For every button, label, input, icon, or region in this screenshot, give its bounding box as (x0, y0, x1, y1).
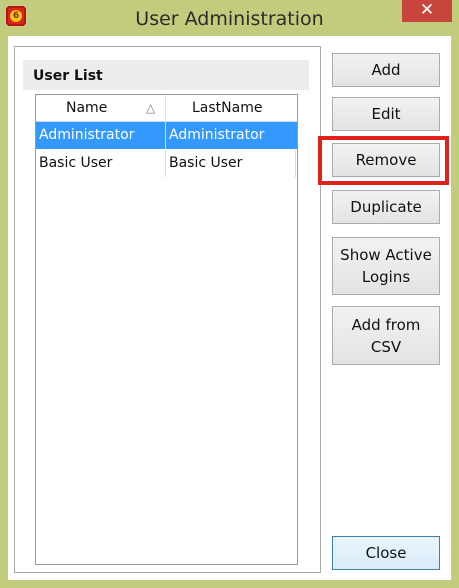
column-divider (165, 150, 166, 177)
show-active-logins-label-line2: Logins (361, 268, 411, 286)
sort-ascending-icon: △ (146, 101, 156, 115)
show-active-logins-label-line1: Show Active (340, 246, 432, 264)
table-row[interactable]: Basic User Basic User (36, 150, 297, 177)
title-bar[interactable]: 6 User Administration ✕ (0, 0, 459, 36)
column-divider (165, 122, 166, 149)
window-title: User Administration (135, 8, 324, 30)
add-from-csv-label-line2: CSV (370, 337, 402, 356)
user-administration-window: 6 User Administration ✕ User List Name △… (0, 0, 459, 588)
row-name-cell: Basic User (39, 155, 113, 171)
column-header-name[interactable]: Name △ (36, 95, 166, 121)
user-list-header: User List (23, 60, 309, 90)
column-divider (295, 150, 296, 177)
remove-button-highlight (318, 136, 449, 185)
add-from-csv-button[interactable]: Add from CSV (332, 306, 440, 365)
table-row[interactable]: Administrator Administrator (36, 122, 297, 149)
list-header: Name △ LastName (36, 95, 297, 122)
user-list-group: User List Name △ LastName Administrator … (14, 46, 321, 573)
show-active-logins-button[interactable]: Show Active Logins (332, 237, 440, 295)
user-list-title: User List (33, 68, 103, 84)
row-lastname-cell: Basic User (169, 155, 243, 171)
duplicate-button[interactable]: Duplicate (332, 190, 440, 224)
column-header-lastname[interactable]: LastName (166, 95, 297, 121)
add-from-csv-label-line1: Add from (351, 315, 421, 334)
column-lastname-label: LastName (192, 100, 263, 116)
row-lastname-cell: Administrator (169, 127, 265, 143)
add-button[interactable]: Add (332, 53, 440, 87)
row-name-cell: Administrator (39, 127, 135, 143)
dialog-client-area: User List Name △ LastName Administrator … (8, 36, 451, 580)
window-close-button[interactable]: ✕ (402, 0, 452, 22)
edit-button[interactable]: Edit (332, 97, 440, 131)
user-list-view[interactable]: Name △ LastName Administrator Administra… (35, 94, 298, 565)
column-name-label: Name (66, 100, 108, 116)
close-button[interactable]: Close (332, 536, 440, 570)
